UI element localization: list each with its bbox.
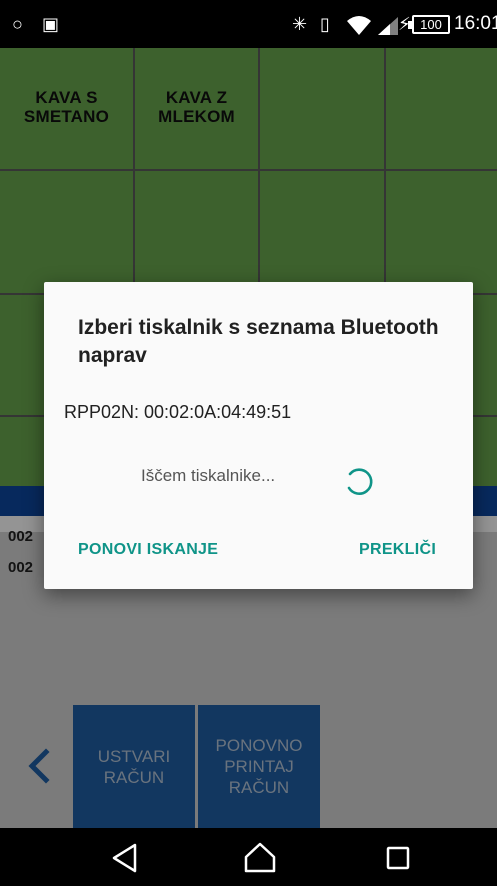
status-bar: ○ ▣ ✳ ▯ ⚡ 100 16:01 [0,0,497,48]
location-icon: ○ [12,14,23,34]
vibrate-icon: ▯ [320,14,330,34]
dialog-title: Izberi tiskalnik s seznama Bluetooth nap… [78,316,439,367]
wifi-icon [347,16,371,35]
retry-search-button[interactable]: PONOVI ISKANJE [78,541,218,559]
loading-spinner-icon [347,468,373,495]
cancel-button[interactable]: PREKLIČI [359,541,436,559]
back-icon[interactable] [105,840,145,876]
signal-icon [378,17,398,35]
bluetooth-icon: ✳ [292,14,308,34]
bluetooth-device-item[interactable]: RPP02N: 00:02:0A:04:49:51 [64,402,291,423]
battery-level: 100 [408,15,450,34]
clock: 16:01 [454,13,497,34]
printer-select-dialog: Izberi tiskalnik s seznama Bluetooth nap… [44,282,473,589]
searching-status: Iščem tiskalnike... [141,466,276,485]
home-icon[interactable] [240,840,280,876]
android-icon: ▣ [42,14,60,34]
navigation-bar [0,828,497,886]
recents-icon[interactable] [378,840,418,876]
